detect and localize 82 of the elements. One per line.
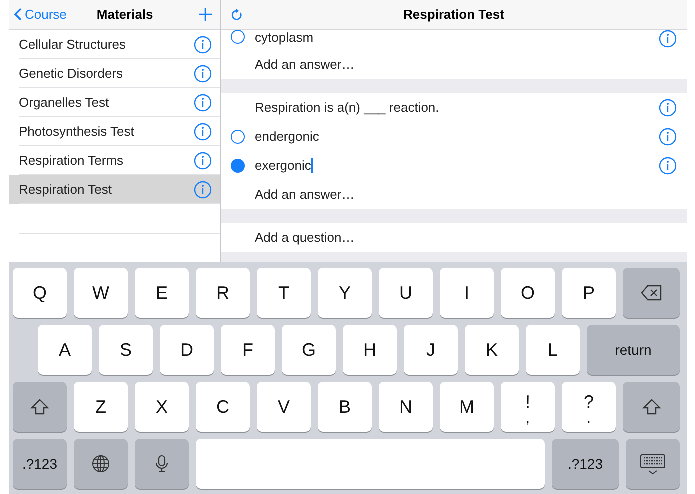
item-label: Cellular Structures [19,37,126,52]
letter-key[interactable]: Q [13,268,67,318]
key-label: ! [525,392,530,412]
letter-key[interactable]: X [135,382,189,432]
sidebar-item[interactable]: Respiration Test [9,175,220,204]
key-label: . [587,412,591,422]
letter-key[interactable]: F [221,325,275,375]
letter-key[interactable]: P [562,268,616,318]
letter-key[interactable]: H [343,325,397,375]
answer-text[interactable]: endergonic [255,129,320,144]
info-icon[interactable] [659,98,677,116]
item-label: Respiration Terms [19,153,124,168]
letter-key[interactable]: N [379,382,433,432]
answer-text[interactable]: cytoplasm [255,30,314,45]
back-button[interactable]: Course [9,7,67,22]
letter-key[interactable]: C [196,382,250,432]
answer-text[interactable]: exergonic [255,158,312,173]
letter-key[interactable]: G [282,325,336,375]
return-key[interactable]: return [587,325,680,375]
letter-key[interactable]: M [440,382,494,432]
letter-key[interactable]: L [526,325,580,375]
keyboard-dismiss-key[interactable] [626,439,680,489]
add-prompt[interactable]: Add a question… [255,230,355,245]
letter-key[interactable]: S [99,325,153,375]
letter-key[interactable]: B [318,382,372,432]
punctuation-key[interactable]: ? . [562,382,616,432]
shift-icon [640,398,662,416]
globe-icon [90,455,112,473]
chevron-icon [14,8,22,21]
letter-key[interactable]: T [257,268,311,318]
delete-icon [640,284,662,302]
info-icon[interactable] [194,180,212,198]
refresh-icon[interactable] [231,8,243,21]
punctuation-key[interactable]: ! , [501,382,555,432]
letter-key[interactable]: D [160,325,214,375]
letter-key[interactable]: J [404,325,458,375]
add-prompt[interactable]: Add an answer… [255,57,355,72]
mode-key[interactable]: .?123 [552,439,619,489]
question-text[interactable]: Respiration is a(n) ___ reaction. [255,100,440,115]
radio-button[interactable] [231,30,245,44]
info-icon[interactable] [194,122,212,140]
letter-key[interactable]: Y [318,268,372,318]
info-icon[interactable] [194,64,212,82]
info-icon[interactable] [659,30,677,48]
sidebar-item[interactable]: Organelles Test [9,88,220,117]
letter-key[interactable]: K [465,325,519,375]
key-label: , [526,412,530,422]
key-label: ? [584,392,594,412]
add-prompt[interactable]: Add an answer… [255,187,355,202]
shift-icon [29,398,51,416]
sidebar-title: Materials [96,7,154,22]
globe-key[interactable] [74,439,128,489]
info-icon[interactable] [194,36,212,54]
sidebar-item[interactable]: Genetic Disorders [9,59,220,88]
letter-key[interactable]: A [38,325,92,375]
info-icon[interactable] [659,156,677,174]
letter-key[interactable]: O [501,268,555,318]
letter-key[interactable]: E [135,268,189,318]
microphone-key[interactable] [135,439,189,489]
item-label: Photosynthesis Test [19,124,134,139]
detail-title: Respiration Test [404,7,504,22]
delete-key[interactable] [623,268,680,318]
sidebar-item[interactable]: Photosynthesis Test [9,117,220,146]
letter-key[interactable]: U [379,268,433,318]
info-icon[interactable] [194,94,212,112]
keyboard-dismiss-icon [640,454,666,474]
letter-key[interactable]: W [74,268,128,318]
item-label: Respiration Test [19,182,112,197]
sidebar-item[interactable]: Cellular Structures [9,30,220,59]
add-icon[interactable] [199,8,212,21]
sidebar-item[interactable]: Respiration Terms [9,146,220,175]
radio-button[interactable] [231,130,245,144]
letter-key[interactable]: R [196,268,250,318]
mode-key[interactable]: .?123 [13,439,67,489]
info-icon[interactable] [194,152,212,170]
letter-key[interactable]: Z [74,382,128,432]
letter-key[interactable]: I [440,268,494,318]
radio-button[interactable] [231,158,245,172]
item-label: Organelles Test [19,95,110,110]
info-icon[interactable] [659,128,677,146]
letter-key[interactable]: V [257,382,311,432]
item-label: Genetic Disorders [19,66,124,81]
